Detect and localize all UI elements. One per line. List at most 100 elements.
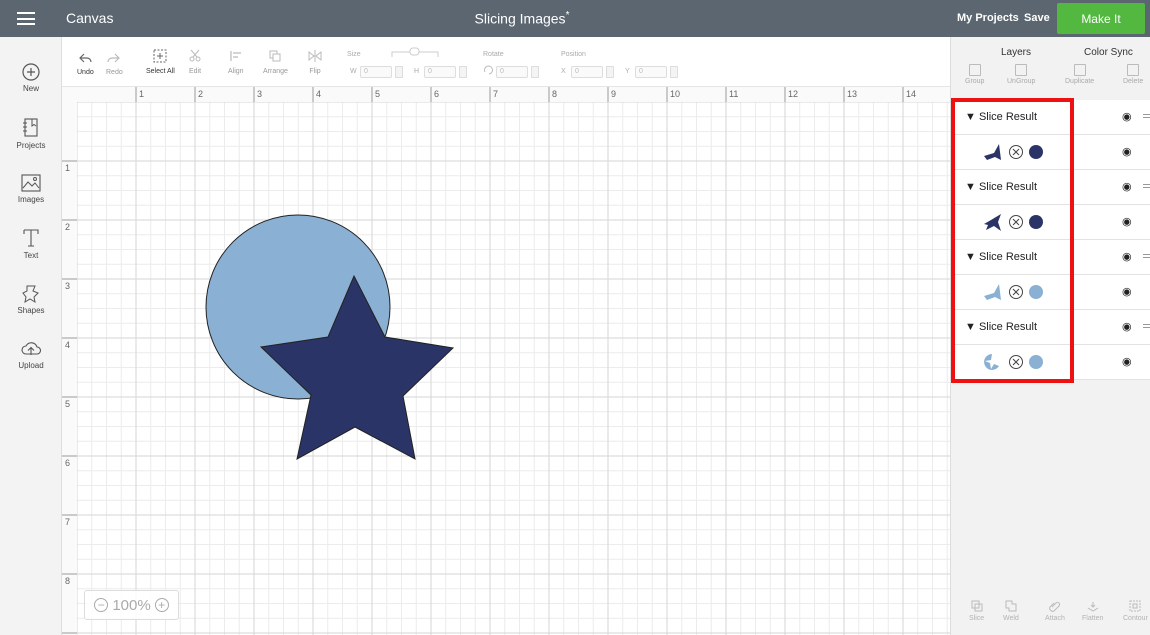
document-title-text: Slicing Images	[474, 10, 566, 27]
star-cut-thumb	[984, 214, 1001, 231]
flatten-button[interactable]: Flatten	[1082, 600, 1103, 622]
layers-list: ▼ Slice Result ◉ ◉ ▼ Slice Result ◉ ◉ ▼ …	[951, 100, 1150, 380]
slice-thumbnail	[984, 214, 1043, 231]
group-button[interactable]: Group	[965, 64, 984, 85]
star-part-thumb	[984, 144, 1001, 160]
my-projects-link[interactable]: My Projects	[957, 12, 1019, 24]
layer-group[interactable]: ▼ Slice Result ◉	[951, 170, 1150, 205]
zoom-in-button[interactable]: +	[154, 598, 169, 612]
ruler-label: 7	[493, 89, 498, 99]
layers-panel: Layers Color Sync Group UnGroup Duplicat…	[950, 37, 1150, 635]
image-icon	[21, 174, 41, 192]
duplicate-label: Duplicate	[1065, 78, 1095, 85]
sidebar-label-images: Images	[17, 195, 45, 204]
height-input[interactable]: 0	[424, 66, 456, 78]
sidebar-item-projects[interactable]: Projects	[0, 117, 62, 150]
y-stepper[interactable]	[670, 66, 678, 78]
layer-item[interactable]: ◉	[951, 345, 1150, 380]
canvas-grid: 1234567891011121314 123456789	[62, 87, 950, 635]
top-ruler: 1 2 3 4 5 6 7 8 9 10 11 12 13 14	[62, 87, 950, 102]
position-label: Position	[561, 51, 586, 58]
width-stepper[interactable]	[395, 66, 403, 78]
align-label: Align	[228, 68, 244, 75]
ruler-label: 8	[65, 576, 70, 586]
layer-item[interactable]: ◉	[951, 135, 1150, 170]
layer-item[interactable]: ◉	[951, 205, 1150, 240]
height-stepper[interactable]	[459, 66, 467, 78]
left-ruler: 123456789	[62, 87, 77, 635]
ruler-label: 13	[847, 89, 857, 99]
x-stepper[interactable]	[606, 66, 614, 78]
ungroup-button[interactable]: UnGroup	[1007, 64, 1035, 85]
width-input[interactable]: 0	[360, 66, 392, 78]
zoom-control: − 100% +	[84, 590, 179, 620]
sidebar-item-upload[interactable]: Upload	[0, 339, 62, 370]
eye-icon[interactable]: ◉	[1122, 355, 1132, 368]
rotate-input[interactable]: 0	[496, 66, 528, 78]
x-label: X	[561, 68, 566, 75]
layer-group[interactable]: ▼ Slice Result ◉	[951, 240, 1150, 275]
contour-button[interactable]: Contour	[1123, 600, 1148, 622]
delete-button[interactable]: Delete	[1123, 64, 1143, 85]
slice-button[interactable]: Slice	[969, 600, 984, 622]
circle-cut-thumb	[984, 354, 999, 370]
undo-button[interactable]: Undo	[77, 52, 94, 76]
ruler-label: 4	[65, 340, 70, 350]
eye-icon[interactable]: ◉	[1122, 285, 1132, 298]
weld-button[interactable]: Weld	[1003, 600, 1019, 622]
align-dropdown[interactable]: Align	[228, 49, 244, 75]
ruler-label: 2	[198, 89, 203, 99]
ruler-label: 10	[670, 89, 680, 99]
select-all-button[interactable]: Select All	[146, 49, 175, 75]
drag-handle-icon[interactable]	[1143, 254, 1150, 260]
slice-label: Slice	[969, 615, 985, 622]
zoom-out-button[interactable]: −	[94, 598, 109, 612]
save-link[interactable]: Save	[1024, 12, 1050, 24]
layer-group[interactable]: ▼ Slice Result ◉	[951, 310, 1150, 345]
sidebar-item-new[interactable]: New	[0, 62, 62, 93]
eye-icon[interactable]: ◉	[1122, 145, 1132, 158]
unsaved-mark: *	[565, 10, 570, 21]
drag-handle-icon[interactable]	[1143, 324, 1150, 330]
ruler-label: 4	[316, 89, 321, 99]
attach-button[interactable]: Attach	[1045, 600, 1065, 622]
arrange-dropdown[interactable]: Arrange	[263, 49, 288, 75]
eye-icon[interactable]: ◉	[1122, 215, 1132, 228]
layer-item[interactable]: ◉	[951, 275, 1150, 310]
duplicate-button[interactable]: Duplicate	[1065, 64, 1094, 85]
delete-label: Delete	[1123, 78, 1144, 85]
sidebar-item-images[interactable]: Images	[0, 173, 62, 204]
eye-icon[interactable]: ◉	[1122, 250, 1132, 263]
layer-group-label: Slice Result	[978, 111, 1038, 123]
drag-handle-icon[interactable]	[1143, 114, 1150, 120]
edit-dropdown[interactable]: Edit	[188, 49, 202, 75]
edit-toolbar: Undo Redo Select All Edit Align Arrange …	[62, 37, 950, 87]
circle-part-thumb	[984, 284, 1001, 300]
ruler-label: 7	[65, 517, 70, 527]
rotate-stepper[interactable]	[531, 66, 539, 78]
x-input[interactable]: 0	[571, 66, 603, 78]
drag-handle-icon[interactable]	[1143, 184, 1150, 190]
tab-layers[interactable]: Layers	[1001, 47, 1031, 58]
attach-label: Attach	[1045, 615, 1065, 622]
arrange-icon	[269, 50, 281, 62]
make-it-button[interactable]: Make It	[1057, 3, 1145, 34]
y-input[interactable]: 0	[635, 66, 667, 78]
paperclip-icon	[1049, 601, 1060, 612]
document-title[interactable]: Slicing Images*	[0, 10, 1044, 27]
eye-icon[interactable]: ◉	[1122, 110, 1132, 123]
sidebar-item-text[interactable]: Text	[0, 227, 62, 260]
lock-icon[interactable]	[390, 46, 440, 58]
layer-group[interactable]: ▼ Slice Result ◉	[951, 100, 1150, 135]
ruler-label: 8	[552, 89, 557, 99]
tab-color-sync[interactable]: Color Sync	[1084, 47, 1133, 58]
layer-group-title: ▼ Slice Result	[965, 321, 1038, 333]
eye-icon[interactable]: ◉	[1122, 180, 1132, 193]
design-canvas[interactable]: 1234567891011121314 123456789 − 100% +	[62, 87, 950, 635]
sidebar-item-shapes[interactable]: Shapes	[0, 282, 62, 315]
redo-button[interactable]: Redo	[106, 52, 123, 76]
ruler-label: 11	[729, 89, 738, 99]
ruler-label: 5	[375, 89, 380, 99]
flip-dropdown[interactable]: Flip	[308, 49, 322, 75]
eye-icon[interactable]: ◉	[1122, 320, 1132, 333]
